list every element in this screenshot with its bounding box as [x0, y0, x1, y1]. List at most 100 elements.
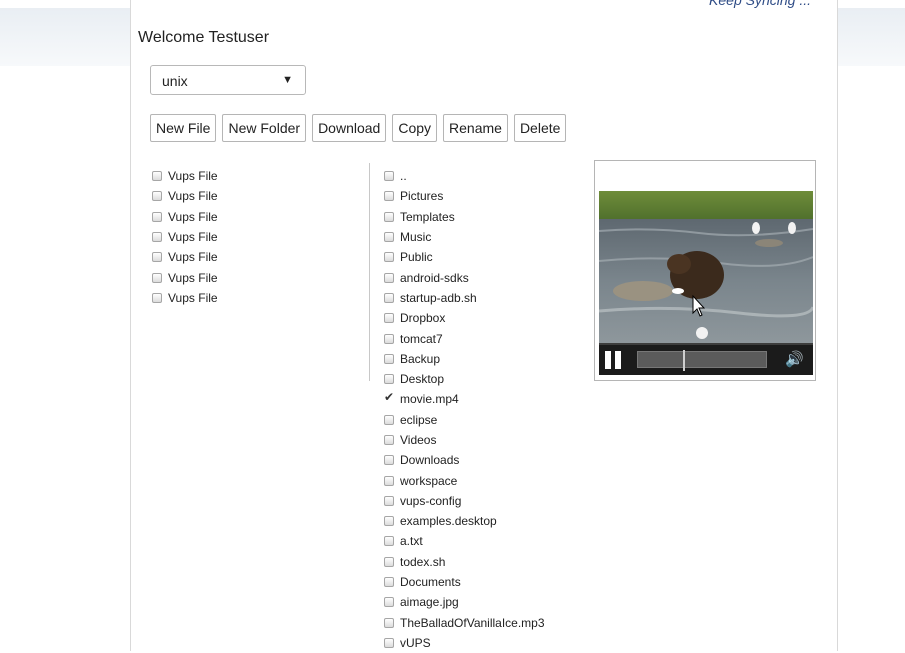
checkbox[interactable]: [384, 475, 394, 486]
checkbox[interactable]: [384, 637, 394, 648]
checkbox[interactable]: [384, 333, 394, 344]
file-item[interactable]: examples.desktop: [384, 511, 545, 531]
checkbox[interactable]: [384, 435, 394, 445]
file-item[interactable]: ..: [384, 166, 545, 186]
vups-file-item[interactable]: Vups File: [152, 247, 218, 267]
header-band-left: [0, 8, 130, 66]
volume-icon[interactable]: 🔊: [785, 351, 805, 369]
checkbox[interactable]: [384, 191, 394, 202]
file-label: workspace: [400, 473, 458, 488]
file-item[interactable]: Dropbox: [384, 308, 545, 328]
file-item[interactable]: Templates: [384, 207, 545, 227]
file-label: android-sdks: [400, 270, 469, 285]
file-item[interactable]: Videos: [384, 430, 545, 450]
delete-button[interactable]: Delete: [513, 114, 567, 142]
video-controls: 🔊: [599, 343, 813, 375]
checkbox[interactable]: [152, 171, 162, 182]
file-item[interactable]: vUPS: [384, 633, 545, 653]
file-item[interactable]: Public: [384, 247, 545, 267]
checkbox[interactable]: [384, 313, 394, 324]
checkbox-checked[interactable]: [384, 390, 394, 404]
new-file-button[interactable]: New File: [150, 114, 217, 142]
file-label: eclipse: [400, 412, 438, 427]
checkbox[interactable]: [384, 211, 394, 222]
file-item[interactable]: android-sdks: [384, 267, 545, 287]
header-band-right: [838, 8, 905, 66]
file-item[interactable]: movie.mp4: [384, 389, 545, 409]
checkbox[interactable]: [384, 556, 394, 567]
checkbox[interactable]: [384, 577, 394, 588]
file-item[interactable]: vups-config: [384, 491, 545, 511]
checkbox[interactable]: [384, 516, 394, 527]
account-select[interactable]: unix ▼: [150, 65, 306, 95]
checkbox[interactable]: [152, 191, 162, 202]
main-panel: Keep Syncing ... Welcome Testuser unix ▼…: [130, 0, 838, 651]
video-player[interactable]: 🔊: [599, 191, 813, 375]
file-label: Music: [400, 230, 432, 245]
file-item[interactable]: Pictures: [384, 186, 545, 206]
checkbox[interactable]: [384, 232, 394, 243]
download-button[interactable]: Download: [312, 114, 387, 142]
file-item[interactable]: Downloads: [384, 450, 545, 470]
file-label: Public: [400, 250, 433, 265]
file-item[interactable]: TheBalladOfVanillaIce.mp3: [384, 613, 545, 633]
checkbox[interactable]: [384, 536, 394, 547]
vups-file-item[interactable]: Vups File: [152, 288, 218, 308]
file-item[interactable]: todex.sh: [384, 552, 545, 572]
file-label: Videos: [400, 433, 437, 447]
checkbox[interactable]: [384, 374, 394, 385]
tagline: Keep Syncing ...: [709, 0, 811, 8]
file-label: Desktop: [400, 372, 445, 387]
file-label: vups-config: [400, 493, 462, 508]
file-label: Downloads: [400, 453, 460, 468]
copy-button[interactable]: Copy: [392, 114, 438, 142]
vups-file-item[interactable]: Vups File: [152, 267, 218, 287]
new-folder-button[interactable]: New Folder: [222, 114, 307, 142]
checkbox[interactable]: [384, 414, 394, 425]
file-label: Backup: [400, 351, 441, 366]
file-item[interactable]: Documents: [384, 572, 545, 592]
file-item[interactable]: aimage.jpg: [384, 592, 545, 612]
vups-file-item[interactable]: Vups File: [152, 227, 218, 247]
vups-file-item[interactable]: Vups File: [152, 186, 218, 206]
rename-button[interactable]: Rename: [443, 114, 508, 142]
file-label: movie.mp4: [400, 392, 459, 407]
file-item[interactable]: a.txt: [384, 531, 545, 551]
file-item[interactable]: Desktop: [384, 369, 545, 389]
file-item[interactable]: startup-adb.sh: [384, 288, 545, 308]
file-label: Vups File: [168, 290, 218, 305]
checkbox[interactable]: [384, 495, 394, 506]
file-label: Vups File: [168, 270, 218, 285]
vups-file-list: Vups File Vups File Vups File Vups File Vups…: [152, 166, 218, 308]
checkbox[interactable]: [384, 292, 394, 303]
checkbox[interactable]: [384, 455, 394, 466]
checkbox[interactable]: [384, 171, 394, 182]
seek-handle[interactable]: [682, 350, 685, 371]
file-item[interactable]: tomcat7: [384, 328, 545, 348]
file-label: startup-adb.sh: [400, 290, 477, 305]
file-label: examples.desktop: [400, 514, 497, 529]
file-label: todex.sh: [400, 554, 446, 569]
checkbox[interactable]: [384, 252, 394, 263]
file-item[interactable]: eclipse: [384, 410, 545, 430]
file-label: Vups File: [168, 250, 218, 265]
checkbox[interactable]: [152, 252, 162, 263]
checkbox[interactable]: [384, 353, 394, 364]
checkbox[interactable]: [152, 211, 162, 222]
checkbox[interactable]: [152, 272, 162, 283]
checkbox[interactable]: [384, 597, 394, 608]
file-label: ..: [400, 169, 407, 184]
file-item[interactable]: Music: [384, 227, 545, 247]
file-label: Vups File: [168, 209, 218, 224]
file-label: Documents: [400, 575, 461, 590]
file-item[interactable]: workspace: [384, 470, 545, 490]
pause-icon[interactable]: [605, 351, 623, 369]
vups-file-item[interactable]: Vups File: [152, 166, 218, 186]
checkbox[interactable]: [152, 232, 162, 243]
checkbox[interactable]: [384, 272, 394, 283]
checkbox[interactable]: [152, 292, 162, 303]
file-item[interactable]: Backup: [384, 349, 545, 369]
seek-bar[interactable]: [637, 350, 767, 371]
checkbox[interactable]: [384, 617, 394, 628]
vups-file-item[interactable]: Vups File: [152, 207, 218, 227]
